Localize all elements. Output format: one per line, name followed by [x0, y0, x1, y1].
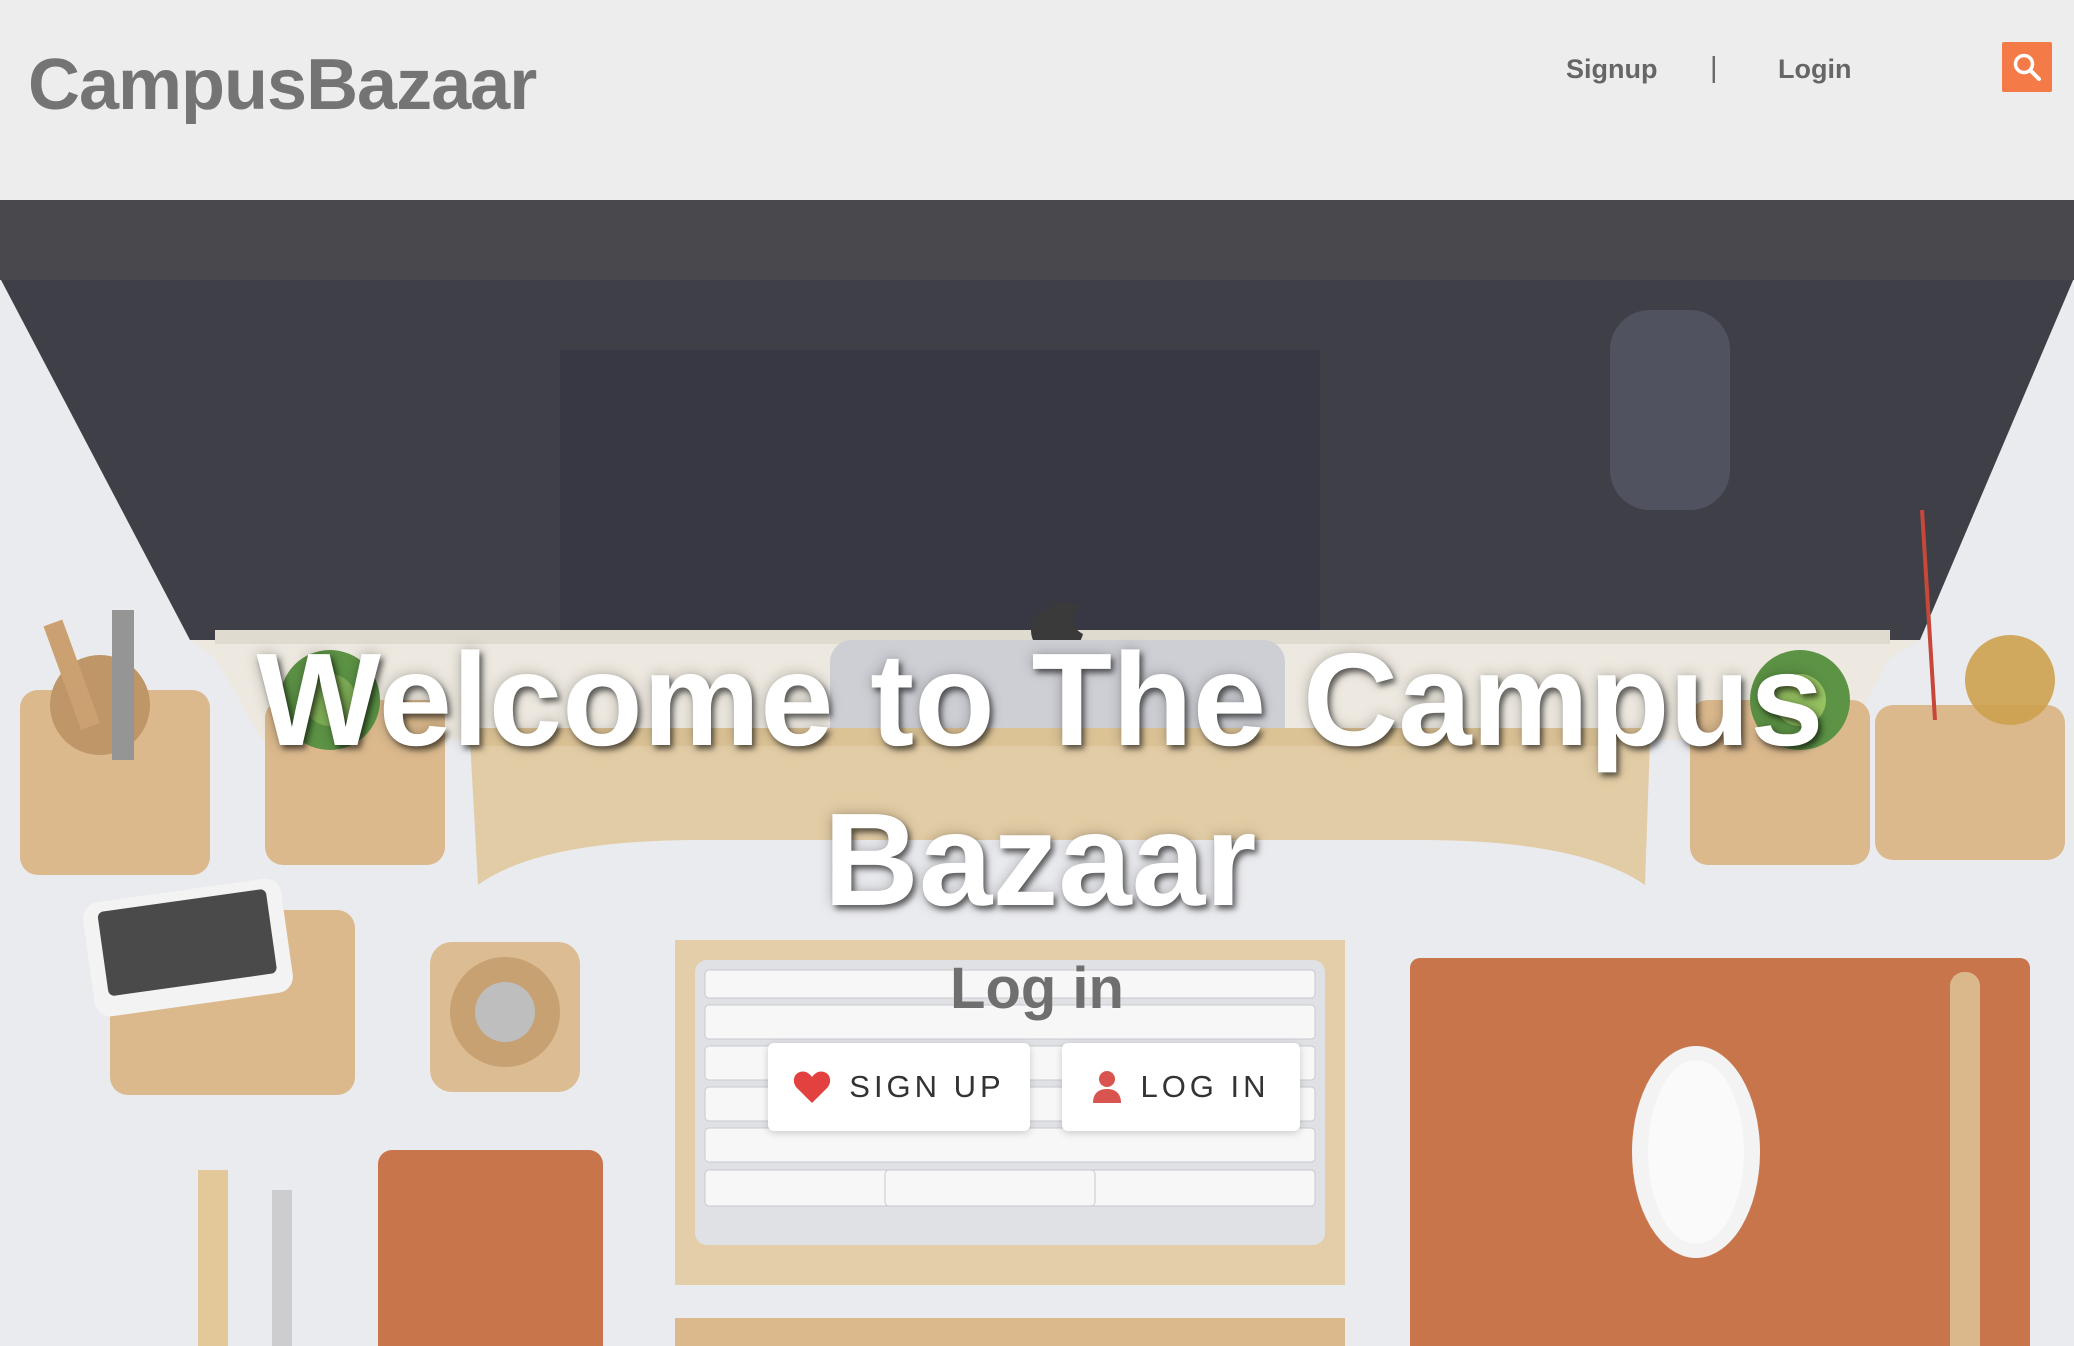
log-in-button[interactable]: LOG IN: [1062, 1043, 1300, 1131]
search-button[interactable]: [2002, 42, 2052, 92]
nav-separator: |: [1710, 52, 1718, 84]
nav-login-link[interactable]: Login: [1778, 54, 1851, 85]
sign-up-button[interactable]: SIGN UP: [768, 1043, 1030, 1131]
site-header: CampusBazaar Signup | Login: [0, 0, 2074, 200]
heart-icon: [794, 1071, 831, 1103]
user-icon: [1093, 1071, 1122, 1103]
log-in-label: LOG IN: [1140, 1069, 1270, 1104]
search-icon: [2013, 53, 2041, 81]
hero-title: Welcome to The Campus Bazaar: [256, 626, 1824, 933]
sign-up-label: SIGN UP: [849, 1069, 1005, 1104]
hero-section: Welcome to The Campus Bazaar Log in SIGN…: [0, 200, 2074, 1346]
nav-signup-link[interactable]: Signup: [1566, 54, 1657, 85]
brand-logo[interactable]: CampusBazaar: [28, 44, 537, 126]
hero-subtitle: Log in: [950, 956, 1124, 1021]
